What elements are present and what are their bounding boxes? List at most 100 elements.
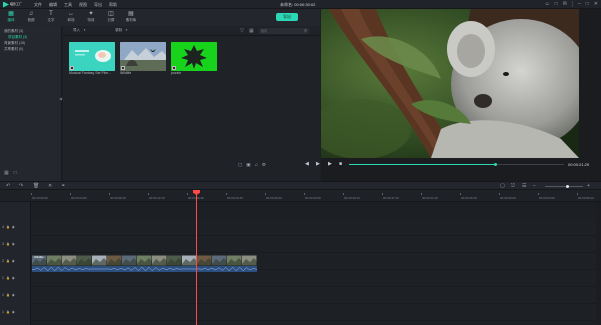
- new-folder-icon[interactable]: ▦: [4, 170, 9, 176]
- media-browser-toolbar: 导入▼ 录制▼ ▽ ▦ ⚲: [63, 26, 320, 36]
- grid-view-icon[interactable]: ▦: [249, 28, 254, 34]
- tab-stock[interactable]: ▤ 素材库: [120, 11, 142, 23]
- lock-icon[interactable]: 🔒: [6, 293, 10, 297]
- minimize-icon[interactable]: –: [578, 1, 581, 7]
- ruler-tick: [382, 193, 383, 195]
- redo-icon[interactable]: ↷: [19, 183, 23, 189]
- visibility-icon[interactable]: ◉: [12, 242, 15, 246]
- library-item[interactable]: 共享素材 (0): [4, 47, 23, 52]
- search-input[interactable]: [259, 28, 309, 34]
- cut-icon[interactable]: ✕: [48, 183, 52, 189]
- ruler-tick: [421, 193, 422, 195]
- library-item[interactable]: 我的素材 (3): [4, 29, 23, 34]
- window-controls: ☺ □ ✉ – □ ✕: [545, 1, 598, 7]
- play-icon[interactable]: ▶: [316, 161, 320, 167]
- stop-icon[interactable]: ■: [339, 161, 342, 167]
- library-panel: 我的素材 (3) 项目素材 (3) 背景素材 (15) 共享素材 (0) ◀ ▦…: [0, 26, 62, 181]
- tab-media[interactable]: ▦ 媒体: [0, 11, 22, 23]
- visibility-icon[interactable]: ◉: [12, 225, 15, 229]
- visibility-icon[interactable]: ◉: [12, 293, 15, 297]
- ruler-tick: [304, 193, 305, 195]
- playback-scrubber[interactable]: [349, 163, 564, 166]
- media-thumb[interactable]: [171, 42, 217, 71]
- lock-icon[interactable]: 🔒: [6, 310, 10, 314]
- lock-icon[interactable]: 🔒: [6, 242, 10, 246]
- collapse-arrow-icon[interactable]: ◀: [59, 96, 62, 101]
- zoom-in-icon[interactable]: +: [587, 183, 590, 189]
- menu-file[interactable]: 文件: [34, 2, 42, 8]
- timeline-track[interactable]: [31, 287, 601, 304]
- media-thumb[interactable]: [120, 42, 166, 71]
- ruler-label: 00:00:25:00: [266, 196, 282, 200]
- library-item-selected[interactable]: 项目素材 (3): [8, 35, 27, 40]
- record-label: 录制: [115, 28, 122, 32]
- undo-icon[interactable]: ↶: [6, 183, 10, 189]
- playback-progress: [349, 164, 496, 165]
- timeline-track[interactable]: [31, 270, 601, 287]
- previous-frame-icon[interactable]: ◀: [305, 161, 309, 167]
- timeline-scrollbar[interactable]: [596, 202, 601, 325]
- ruler-label: 00:00:45:25: [461, 196, 477, 200]
- preview-panel: ◀ ▶ ▶ ■ 00:00:21:29: [305, 9, 601, 181]
- timeline-track[interactable]: [31, 304, 601, 321]
- gift-icon[interactable]: □: [555, 1, 558, 7]
- delete-icon[interactable]: 🗑: [33, 183, 39, 189]
- visibility-icon[interactable]: ◉: [12, 259, 15, 263]
- mixer-icon[interactable]: ☰: [522, 183, 526, 189]
- ruler-tick: [499, 193, 500, 195]
- visibility-icon[interactable]: ◉: [12, 310, 15, 314]
- timeline-track[interactable]: [31, 219, 601, 236]
- tab-split-screen[interactable]: ◫ 分屏: [100, 11, 122, 23]
- ruler-label: 00:00:29:05: [305, 196, 321, 200]
- filter-icon[interactable]: ▽: [240, 28, 244, 34]
- timeline-toolbar: ↶ ↷ 🗑 ✕ ⚭ ▢ ⎋ ☰ − +: [0, 181, 601, 190]
- tab-transition[interactable]: ↔ 转场: [60, 11, 82, 23]
- close-icon[interactable]: ✕: [594, 1, 598, 7]
- stock-icon: ▤: [128, 11, 134, 17]
- media-thumb[interactable]: [69, 42, 115, 71]
- lock-icon[interactable]: 🔒: [6, 259, 10, 263]
- track-headers: 4 🔒 ◉ 3 🔒 ◉ 2 🔒 ◉ 1 🔒 ◉ 1 🔒 ◉ 1 🔒 ◉: [0, 202, 31, 325]
- import-dropdown[interactable]: 导入 ▼: [73, 28, 86, 33]
- ruler-tick: [70, 193, 71, 195]
- record-dropdown[interactable]: 录制 ▼: [115, 28, 128, 33]
- lock-icon[interactable]: 🔒: [6, 276, 10, 280]
- scrubber-handle[interactable]: [493, 163, 497, 166]
- transition-icon: ↔: [68, 11, 74, 17]
- folder-link-icon[interactable]: □: [14, 170, 17, 176]
- next-frame-icon[interactable]: ▶: [328, 161, 332, 167]
- koala-frame-image: [321, 9, 579, 158]
- menu-help[interactable]: 帮助: [109, 2, 117, 8]
- marker-icon[interactable]: ⚭: [61, 183, 65, 189]
- volume-icon[interactable]: ♫: [255, 162, 258, 168]
- track-number: 1: [2, 276, 4, 280]
- library-item[interactable]: 背景素材 (15): [4, 41, 25, 46]
- timeline-ruler[interactable]: 00:00:00:00 00:00:04:05 00:00:08:10 00:00:1…: [0, 190, 601, 202]
- settings-icon[interactable]: ⚙: [262, 162, 266, 168]
- zoom-slider[interactable]: [545, 185, 583, 188]
- menu-tools[interactable]: 工具: [64, 2, 72, 8]
- export-button[interactable]: 导出: [276, 13, 298, 21]
- render-icon[interactable]: ▢: [500, 183, 505, 189]
- lock-icon[interactable]: 🔒: [6, 225, 10, 229]
- zoom-handle[interactable]: [566, 185, 570, 188]
- zoom-out-icon[interactable]: −: [533, 183, 536, 189]
- tab-audio[interactable]: ♫ 音频: [20, 11, 42, 23]
- fullscreen-icon[interactable]: ▢: [238, 162, 242, 168]
- mic-icon[interactable]: ⎋: [511, 183, 515, 189]
- timeline-track[interactable]: [31, 236, 601, 253]
- maximize-icon[interactable]: □: [586, 1, 589, 7]
- visibility-icon[interactable]: ◉: [12, 276, 15, 280]
- ruler-tick: [577, 193, 578, 195]
- tab-text[interactable]: T 文字: [40, 11, 62, 23]
- snapshot-icon[interactable]: ▣: [246, 162, 250, 168]
- tab-effects[interactable]: ✦ 特效: [80, 11, 102, 23]
- menu-edit[interactable]: 编辑: [49, 2, 57, 8]
- ruler-label: 00:00:08:10: [110, 196, 126, 200]
- video-clip[interactable]: Wildlife: [32, 255, 257, 272]
- media-toolbar: ▦ 媒体 ♫ 音频 T 文字 ↔ 转场 ✦ 特效 ◫ 分屏 ▤ 素材库: [0, 9, 320, 26]
- account-icon[interactable]: ☺: [545, 1, 550, 7]
- notification-icon[interactable]: ✉: [563, 1, 567, 7]
- menu-export[interactable]: 导出: [94, 2, 102, 8]
- menu-view[interactable]: 视图: [79, 2, 87, 8]
